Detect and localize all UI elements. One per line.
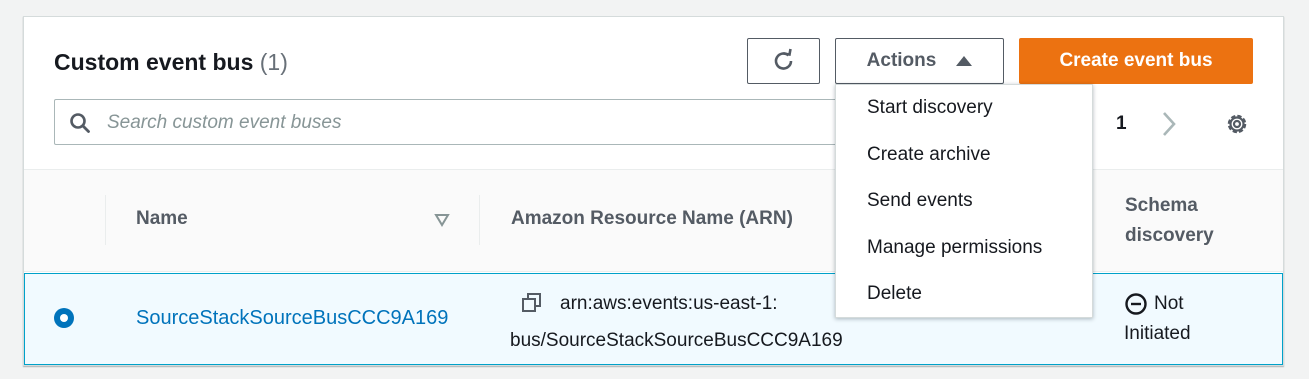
page-title: Custom event bus (1) <box>54 49 288 76</box>
title-text: Custom event bus <box>54 49 254 75</box>
gear-icon[interactable] <box>1223 110 1251 138</box>
column-divider <box>479 195 480 245</box>
refresh-button[interactable] <box>747 38 820 84</box>
column-header-discovery: discovery <box>1125 225 1214 246</box>
menu-item-start-discovery[interactable]: Start discovery <box>836 85 1092 131</box>
caret-up-icon <box>956 56 973 66</box>
search-field[interactable] <box>54 99 844 146</box>
column-header-arn: Amazon Resource Name (ARN) <box>511 208 793 229</box>
actions-button[interactable]: Actions <box>835 38 1004 84</box>
arn-text-line1: arn:aws:events:us-east-1: <box>560 293 778 314</box>
event-bus-panel: Custom event bus (1) Actions Create even… <box>23 16 1284 366</box>
table-row[interactable]: SourceStackSourceBusCCC9A169 arn:aws:eve… <box>24 273 1283 365</box>
column-header-name[interactable]: Name <box>136 208 188 230</box>
status-text-line2: Initiated <box>1124 323 1191 344</box>
actions-label: Actions <box>866 50 937 71</box>
search-input[interactable] <box>105 100 829 146</box>
title-count: (1) <box>259 49 288 75</box>
sort-down-icon[interactable] <box>434 213 450 227</box>
menu-item-manage-permissions[interactable]: Manage permissions <box>836 225 1092 271</box>
not-initiated-icon <box>1125 293 1147 315</box>
refresh-icon <box>774 48 792 70</box>
panel-header: Custom event bus (1) Actions Create even… <box>24 17 1283 170</box>
create-event-bus-button[interactable]: Create event bus <box>1019 38 1253 84</box>
status-text-line1: Not <box>1154 293 1184 314</box>
current-page-number[interactable]: 1 <box>1116 113 1127 135</box>
column-header-schema: Schema <box>1125 195 1198 216</box>
menu-item-send-events[interactable]: Send events <box>836 178 1092 224</box>
menu-item-delete[interactable]: Delete <box>836 271 1092 317</box>
menu-item-create-archive[interactable]: Create archive <box>836 132 1092 178</box>
row-select-radio[interactable] <box>54 308 74 328</box>
column-divider <box>105 195 106 245</box>
arn-text-line2: bus/SourceStackSourceBusCCC9A169 <box>510 330 843 351</box>
event-bus-name-link[interactable]: SourceStackSourceBusCCC9A169 <box>136 307 448 330</box>
table-header: Name Amazon Resource Name (ARN) Schema d… <box>24 170 1283 272</box>
copy-icon[interactable] <box>521 292 543 314</box>
actions-dropdown-menu: Start discovery Create archive Send even… <box>835 84 1093 318</box>
chevron-right-icon[interactable] <box>1158 109 1180 139</box>
search-icon <box>70 113 90 133</box>
